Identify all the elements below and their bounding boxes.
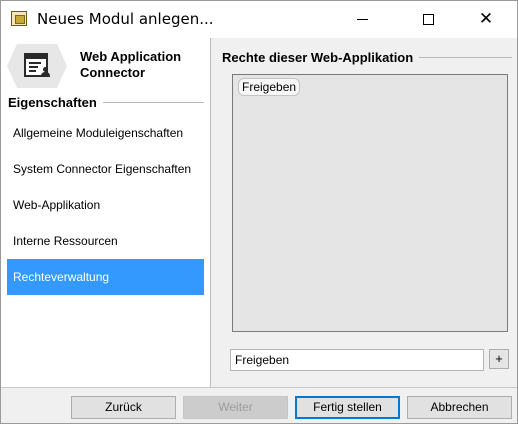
left-panel: Web Application Connector Eigenschaften … [1,38,210,387]
nav-item-rights-management[interactable]: Rechteverwaltung [7,259,204,295]
nav-item-general-properties[interactable]: Allgemeine Moduleigenschaften [7,115,204,151]
next-button[interactable]: Weiter [183,396,288,419]
user-icon [41,67,50,77]
maximize-icon [422,14,434,25]
window-title: Neues Modul anlegen... [37,10,214,28]
minimize-button[interactable] [339,1,385,38]
rights-section-header: Rechte dieser Web-Applikation [222,50,512,65]
maximize-button[interactable] [405,1,451,38]
rights-section-title: Rechte dieser Web-Applikation [222,50,414,65]
close-button[interactable]: ✕ [463,1,509,38]
cancel-button[interactable]: Abbrechen [407,396,512,419]
finish-button[interactable]: Fertig stellen [295,396,400,419]
nav-item-internal-resources[interactable]: Interne Ressourcen [7,223,204,259]
module-name: Web Application Connector [80,49,182,80]
app-icon [11,11,27,26]
rights-entry-chip[interactable]: Freigeben [238,78,301,96]
dialog-window: Neues Modul anlegen... ✕ Web Application… [0,0,518,424]
rights-list[interactable]: Freigeben [232,74,508,332]
divider [102,102,204,103]
right-name-input[interactable] [230,349,484,371]
add-right-button[interactable]: + [489,349,509,369]
close-icon: ✕ [478,9,494,29]
back-button[interactable]: Zurück [71,396,176,419]
divider [419,57,512,58]
title-bar[interactable]: Neues Modul anlegen... ✕ [1,1,517,38]
minimize-icon [356,19,368,20]
properties-section-title: Eigenschaften [8,95,97,110]
web-application-connector-icon [7,44,67,88]
nav-item-system-connector-properties[interactable]: System Connector Eigenschaften [7,151,204,187]
rights-panel: Rechte dieser Web-Applikation Freigeben … [211,38,517,387]
properties-section-header: Eigenschaften [8,95,204,110]
nav-item-web-application[interactable]: Web-Applikation [7,187,204,223]
dialog-footer: Zurück Weiter Fertig stellen Abbrechen [1,387,517,423]
